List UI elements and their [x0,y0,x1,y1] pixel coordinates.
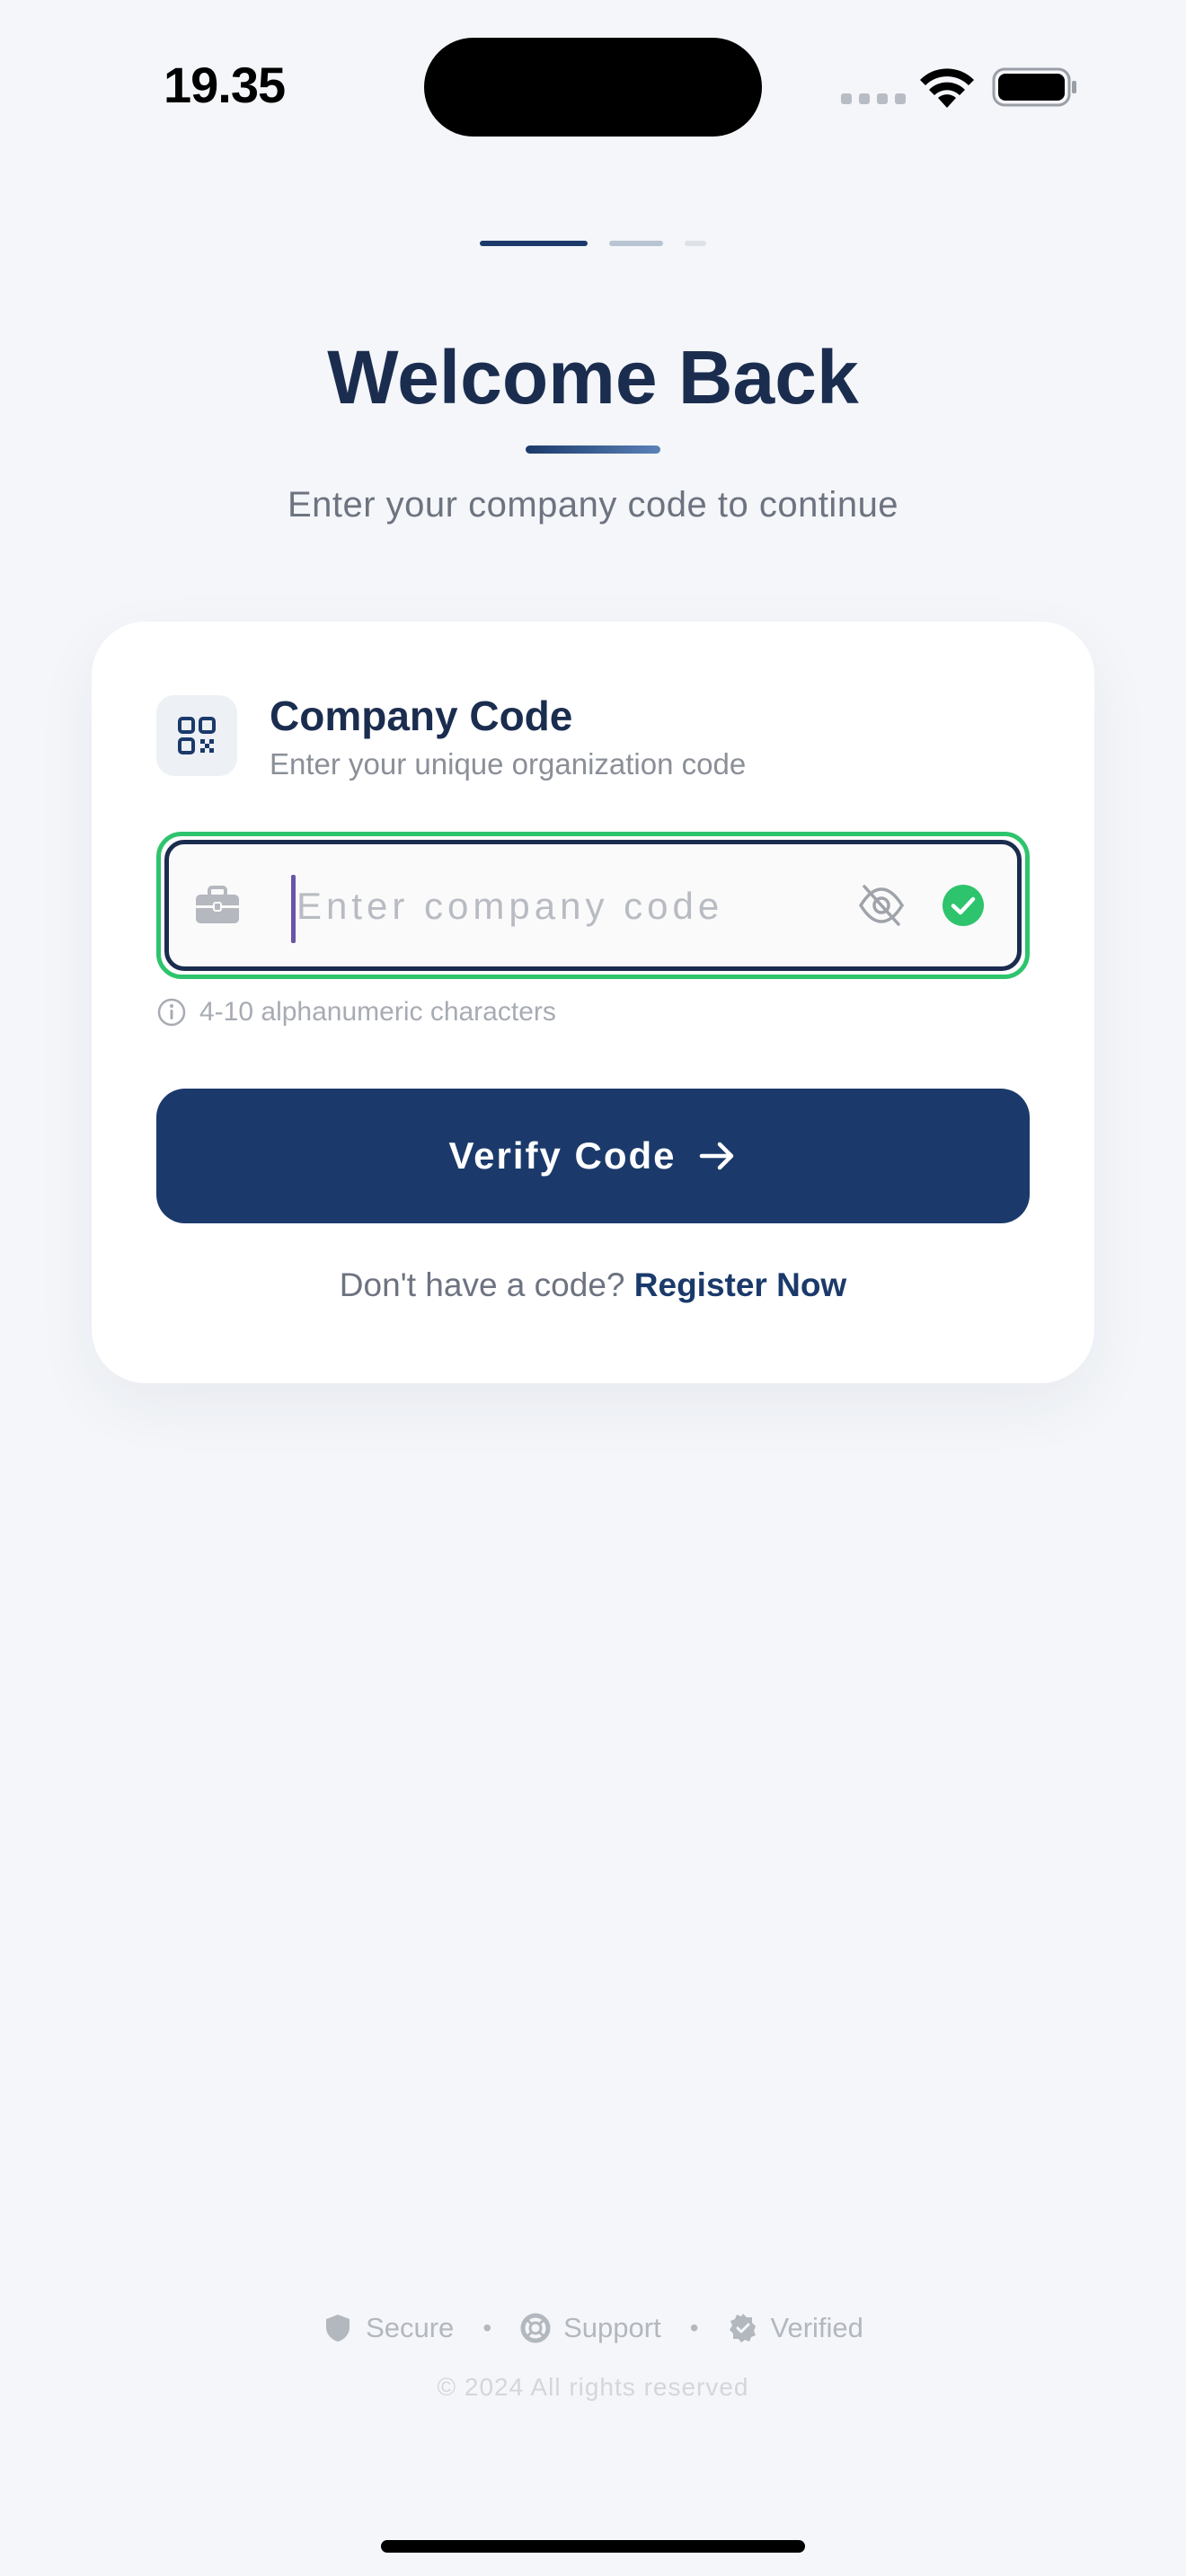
card-title: Company Code [270,693,573,739]
home-indicator[interactable] [381,2540,805,2553]
page-subtitle: Enter your company code to continue [287,485,899,525]
verified-badge-icon [729,2314,756,2342]
info-icon [157,998,186,1027]
verify-code-button[interactable]: Verify Code [156,1089,1030,1223]
copyright-text: © 2024 All rights reserved [437,2373,749,2401]
verify-code-button-label: Verify Code [448,1134,677,1177]
register-prompt: Don't have a code? [339,1266,625,1303]
dynamic-island [424,38,762,137]
footer-badge-verified: Verified [728,2312,863,2344]
cellular-signal-icon [841,93,906,104]
footer-badge-support: Support [520,2312,661,2344]
title-underline [526,446,660,454]
progress-step-2 [609,241,663,246]
register-row: Don't have a code? Register Now [92,1266,1094,1304]
status-time: 19.35 [164,57,286,113]
company-code-input[interactable] [295,844,801,968]
footer-separator: • [482,2314,492,2342]
register-now-link[interactable]: Register Now [634,1266,846,1303]
footer-badge-label: Secure [366,2312,455,2343]
footer-badge-label: Verified [770,2312,863,2343]
battery-icon [992,67,1076,107]
footer-separator: • [689,2314,699,2342]
footer-badge-label: Support [563,2312,661,2343]
company-code-card: Company Code Enter your unique organizat… [92,622,1094,1383]
arrow-right-icon [699,1142,733,1170]
footer-badge-secure: Secure [323,2312,454,2344]
progress-step-3 [685,241,706,246]
qr-code-icon [178,717,216,754]
input-hint: 4-10 alphanumeric characters [156,997,556,1028]
card-description: Enter your unique organization code [270,747,747,781]
check-circle-icon [943,885,984,926]
briefcase-icon [196,886,239,923]
progress-step-1 [480,241,588,246]
input-hint-text: 4-10 alphanumeric characters [199,997,556,1027]
page-title: Welcome Back [327,335,859,419]
eye-off-icon[interactable] [857,881,906,930]
card-icon-container [156,695,237,776]
shield-icon [326,2315,350,2342]
wifi-icon [920,68,974,108]
lifebuoy-icon [520,2313,551,2343]
step-progress-indicator [0,241,1186,248]
company-code-input-box[interactable] [164,840,1022,971]
company-code-input-wrapper [156,832,1030,979]
footer-badges: Secure • Support • Verified [0,2312,1186,2344]
